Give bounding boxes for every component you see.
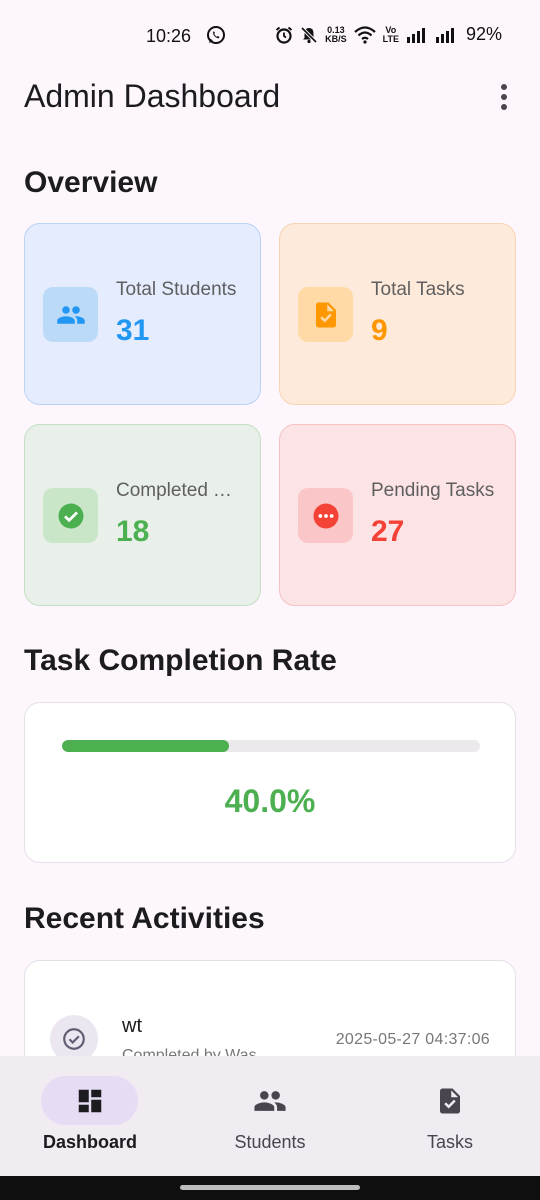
completed-tasks-card[interactable]: Completed Tasks 18 <box>24 424 261 606</box>
stat-label: Total Tasks <box>371 279 465 300</box>
people-icon <box>221 1076 318 1125</box>
completion-rate-heading: Task Completion Rate <box>24 644 337 677</box>
total-tasks-card[interactable]: Total Tasks 9 <box>279 223 516 405</box>
stat-label: Total Students <box>116 279 237 300</box>
wifi-icon <box>353 25 376 44</box>
completion-rate-card: 40.0% <box>24 702 516 863</box>
notifications-off-icon <box>300 26 318 43</box>
pending-tasks-card[interactable]: Pending Tasks 27 <box>279 424 516 606</box>
progress-fill <box>62 740 230 752</box>
activity-timestamp: 2025-05-27 04:37:06 <box>335 1031 490 1048</box>
progress-track <box>62 740 480 752</box>
signal-icon-sim2 <box>435 27 454 43</box>
volte-indicator: Vo LTE <box>382 24 399 44</box>
stat-value: 18 <box>116 515 150 548</box>
home-gesture-handle[interactable] <box>180 1185 360 1190</box>
stat-label: Completed Tasks <box>116 480 241 501</box>
total-students-card[interactable]: Total Students 31 <box>24 223 261 405</box>
signal-icon-sim1 <box>406 27 425 43</box>
dashboard-icon <box>41 1076 138 1125</box>
recent-activities-heading: Recent Activities <box>24 902 265 935</box>
alarm-icon <box>275 26 293 44</box>
status-time: 10:26 <box>146 26 192 46</box>
nav-label: Students <box>234 1132 306 1152</box>
stat-value: 27 <box>371 515 405 548</box>
overview-heading: Overview <box>24 166 158 199</box>
stat-label: Pending Tasks <box>371 480 495 501</box>
stat-value: 9 <box>371 314 388 347</box>
status-indicators: 0.13 KB/S Vo LTE 92% <box>275 24 502 45</box>
stat-value: 31 <box>116 314 150 347</box>
task-file-icon <box>298 287 353 342</box>
completion-rate-value: 40.0% <box>224 783 316 819</box>
bottom-navigation: Dashboard Students Tasks <box>0 1056 540 1176</box>
check-circle-icon <box>43 488 98 543</box>
activity-title: wt <box>122 1015 142 1037</box>
status-bar: 10:26 0.13 KB/S Vo LTE 92% <box>0 0 540 72</box>
data-rate: 0.13 KB/S <box>325 24 347 44</box>
people-icon <box>43 287 98 342</box>
whatsapp-icon <box>207 26 225 44</box>
nav-item-dashboard[interactable]: Dashboard <box>0 1056 180 1176</box>
pending-icon <box>298 488 353 543</box>
nav-label: Dashboard <box>42 1132 138 1152</box>
more-options-button[interactable] <box>494 82 514 112</box>
nav-item-tasks[interactable]: Tasks <box>360 1056 540 1176</box>
nav-item-students[interactable]: Students <box>180 1056 360 1176</box>
page-title: Admin Dashboard <box>24 78 281 114</box>
more-vert-icon <box>501 84 507 90</box>
task-file-icon <box>401 1076 498 1125</box>
system-navigation-area <box>0 1176 540 1200</box>
nav-label: Tasks <box>426 1132 473 1152</box>
battery-level: 92% <box>465 24 502 44</box>
